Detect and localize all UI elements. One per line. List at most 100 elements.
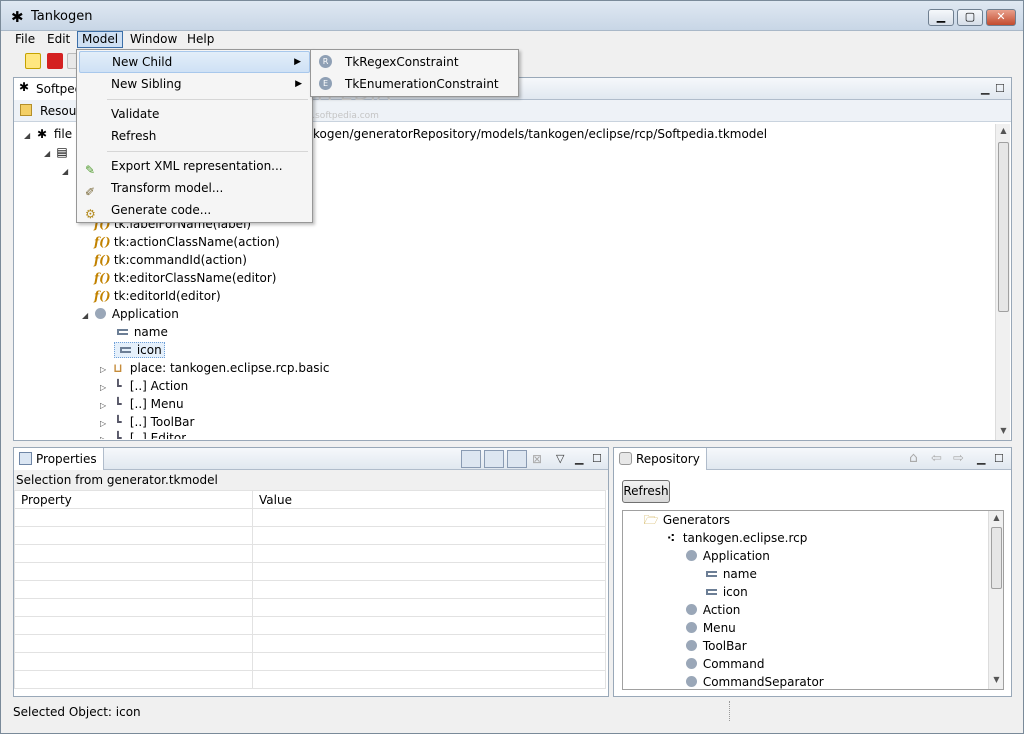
menu-model[interactable]: Model — [77, 31, 124, 48]
reference-icon: ┗ — [114, 379, 122, 393]
minimize-view-icon[interactable]: ▁ — [575, 452, 583, 465]
maximize-view-icon[interactable]: ☐ — [592, 452, 602, 465]
selection-label: Selection from generator.tkmodel — [14, 470, 608, 490]
submenu-regex-constraint[interactable]: R TkRegexConstraint — [313, 51, 516, 73]
refresh-button[interactable]: Refresh — [622, 480, 670, 503]
repo-tree-menu[interactable]: Menu — [683, 619, 736, 637]
tankogen-app-icon: ✱ — [11, 8, 24, 26]
property-column-header[interactable]: Property — [14, 490, 253, 509]
scroll-down-icon[interactable]: ▼ — [989, 675, 1003, 684]
menu-generate-code[interactable]: ⚙ Generate code... — [79, 199, 310, 221]
properties-pane: Properties ⊠ ▽ ▁ ☐ Selection from genera… — [13, 447, 609, 697]
file-label: file — [53, 127, 73, 141]
repo-tree-generators[interactable]: 🗁 Generators — [643, 511, 730, 529]
tree-application[interactable]: ◢ Application — [82, 305, 179, 323]
scroll-up-icon[interactable]: ▲ — [989, 513, 1003, 522]
tree-function-editor-id[interactable]: f() tk:editorId(editor) — [94, 287, 221, 305]
repo-tree-application[interactable]: Application — [683, 547, 770, 565]
menu-validate[interactable]: Validate — [79, 103, 310, 125]
title-bar: ✱ Tankogen ▁ ▢ ✕ — [1, 1, 1023, 31]
menu-edit[interactable]: Edit — [43, 31, 74, 48]
tree-ref-editor[interactable]: ▷┗ [..] Editor — [100, 429, 186, 439]
editor-scrollbar[interactable]: ▲ ▼ — [995, 124, 1010, 440]
repo-tree-command-separator[interactable]: CommandSeparator — [683, 673, 824, 689]
repo-tree-toolbar[interactable]: ToolBar — [683, 637, 747, 655]
value-column-header[interactable]: Value — [252, 490, 606, 509]
place-icon: ⊔ — [113, 361, 123, 375]
tree-place[interactable]: ▷ ⊔ place: tankogen.eclipse.rcp.basic — [100, 359, 330, 377]
scroll-thumb[interactable] — [998, 142, 1009, 312]
menu-new-child[interactable]: New Child ▶ — [79, 51, 310, 73]
function-icon: f() — [94, 235, 111, 249]
minimize-button[interactable]: ▁ — [928, 9, 954, 26]
model-menu: New Child ▶ New Sibling ▶ Validate Refresh… — [76, 49, 313, 223]
generator-icon: ⁖ — [666, 531, 676, 545]
minimize-view-icon[interactable]: ▁ — [977, 452, 985, 465]
menu-refresh[interactable]: Refresh — [79, 125, 310, 147]
properties-table: Property Value — [14, 490, 606, 689]
menu-window[interactable]: Window — [126, 31, 181, 48]
repo-tree-generator[interactable]: ⁖ tankogen.eclipse.rcp — [663, 529, 807, 547]
repository-pane: Repository ⌂ ⇦ ⇨ ▁ ☐ Refresh 🗁 Generator… — [613, 447, 1012, 697]
repo-tree-action[interactable]: Action — [683, 601, 740, 619]
pin-icon[interactable] — [461, 450, 481, 468]
scroll-down-icon[interactable]: ▼ — [996, 426, 1011, 435]
new-icon[interactable] — [25, 53, 41, 69]
tree-row-group[interactable]: ◢ — [62, 161, 72, 179]
tree-row-generator[interactable]: ◢ ▤ — [44, 143, 70, 161]
advanced-icon[interactable] — [507, 450, 527, 468]
menu-new-sibling[interactable]: New Sibling ▶ — [79, 73, 310, 95]
function-icon: f() — [94, 253, 111, 267]
close-button[interactable]: ✕ — [986, 9, 1016, 26]
tab-properties[interactable]: Properties — [14, 448, 104, 470]
repository-tab-label: Repository — [636, 452, 700, 466]
export-icon: ✎ — [85, 163, 96, 177]
new-child-submenu: R TkRegexConstraint E TkEnumerationConstra… — [310, 49, 519, 97]
tree-attr-icon[interactable]: icon — [114, 341, 165, 359]
home-icon[interactable]: ⌂ — [909, 450, 918, 466]
regex-icon: R — [319, 55, 332, 68]
tree-attr-name[interactable]: name — [114, 323, 168, 341]
resource-icon — [20, 104, 32, 116]
tree-row-file[interactable]: ◢ ✱ file — [24, 125, 72, 143]
repo-tree-name[interactable]: name — [703, 565, 757, 583]
tab-repository[interactable]: Repository — [614, 448, 707, 470]
categories-icon[interactable] — [484, 450, 504, 468]
view-menu-icon[interactable]: ▽ — [556, 452, 564, 465]
minimize-view-icon[interactable]: ▁ — [981, 82, 989, 95]
back-icon[interactable]: ⇦ — [931, 451, 942, 466]
reference-icon: ┗ — [114, 397, 122, 411]
tree-function-command-id[interactable]: f() tk:commandId(action) — [94, 251, 247, 269]
repo-tree-icon[interactable]: icon — [703, 583, 748, 601]
tree-function-action-class-name[interactable]: f() tk:actionClassName(action) — [94, 233, 280, 251]
menu-file[interactable]: File — [11, 31, 39, 48]
transform-icon: ✐ — [85, 185, 96, 199]
tree-function-editor-class-name[interactable]: f() tk:editorClassName(editor) — [94, 269, 277, 287]
menu-help[interactable]: Help — [183, 31, 218, 48]
maximize-button[interactable]: ▢ — [957, 9, 983, 26]
menu-transform-model[interactable]: ✐ Transform model... — [79, 177, 310, 199]
repo-tree-command[interactable]: Command — [683, 655, 765, 673]
reference-icon: ┗ — [114, 431, 122, 439]
tree-ref-menu[interactable]: ▷ ┗ [..] Menu — [100, 395, 184, 413]
forward-icon[interactable]: ⇨ — [953, 451, 964, 466]
repository-scrollbar[interactable]: ▲ ▼ — [988, 511, 1003, 689]
submenu-enumeration-constraint[interactable]: E TkEnumerationConstraint — [313, 73, 516, 95]
menu-export-xml[interactable]: ✎ Export XML representation... — [79, 155, 310, 177]
status-divider — [729, 701, 731, 721]
maximize-view-icon[interactable]: ☐ — [994, 452, 1004, 465]
folder-icon: 🗁 — [643, 513, 659, 527]
scroll-thumb[interactable] — [991, 527, 1002, 589]
maximize-view-icon[interactable]: ☐ — [995, 82, 1005, 95]
scroll-up-icon[interactable]: ▲ — [996, 126, 1011, 135]
status-bar: Selected Object: icon — [1, 701, 1023, 733]
function-icon: f() — [94, 289, 111, 303]
attribute-icon — [705, 571, 717, 577]
repository-tabbar: Repository ⌂ ⇦ ⇨ ▁ ☐ — [614, 448, 1011, 470]
restore-default-icon[interactable]: ⊠ — [532, 452, 542, 466]
open-icon[interactable] — [47, 53, 63, 69]
attribute-icon — [119, 347, 131, 353]
properties-tabbar: Properties ⊠ ▽ ▁ ☐ — [14, 448, 608, 470]
element-icon — [685, 622, 697, 633]
tree-ref-action[interactable]: ▷ ┗ [..] Action — [100, 377, 188, 395]
